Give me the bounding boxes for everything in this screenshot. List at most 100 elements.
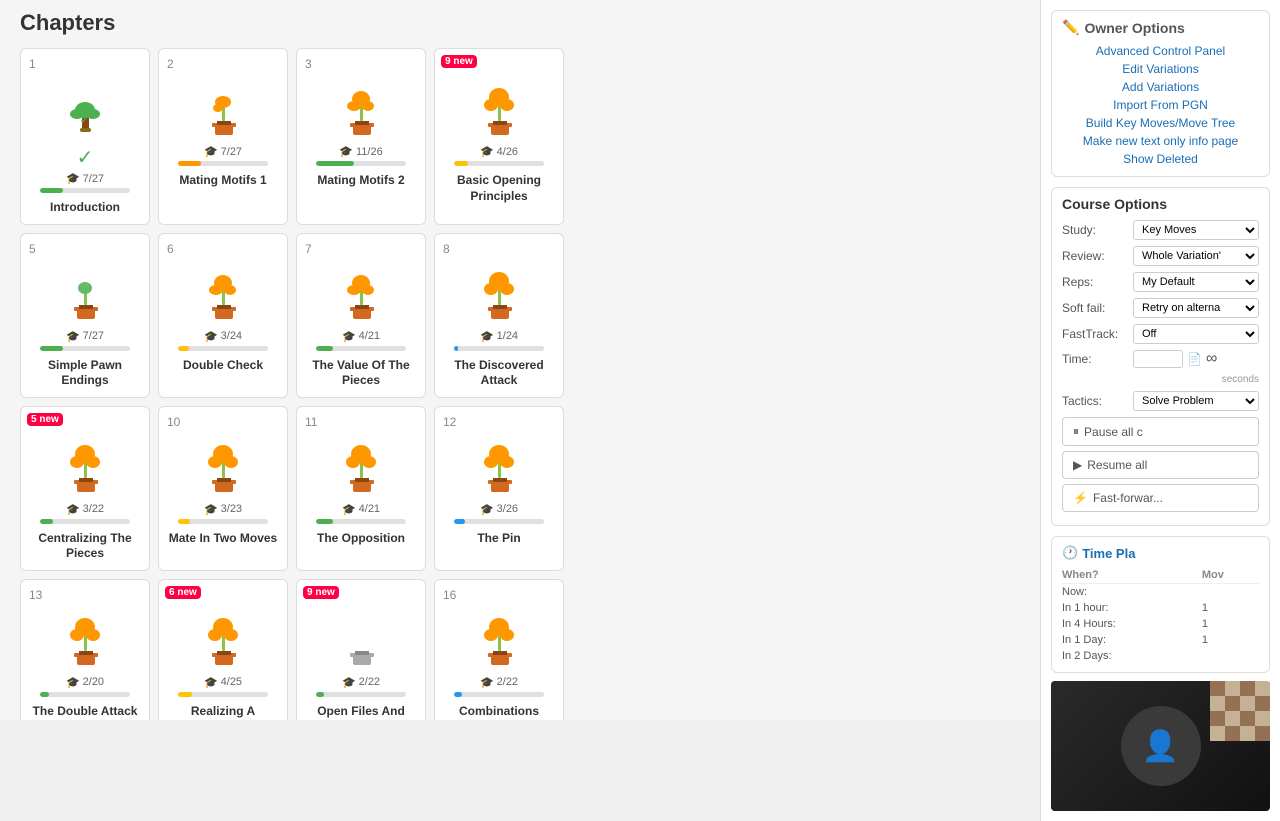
chapter-card-5[interactable]: 5 🎓 7/27 Simple Pawn Endings [20,233,150,398]
review-select[interactable]: Whole Variation' Single Move [1133,246,1259,266]
chapter-card-12[interactable]: 12 🎓 3/26 The Pin [434,406,564,571]
mortarboard-icon-7: 🎓 [342,330,356,343]
study-select[interactable]: Key Moves All Moves [1133,220,1259,240]
infinity-icon: ∞ [1206,350,1217,368]
chapter-card-9[interactable]: 5 new 9 🎓 3/22 Centralizing The Pieces [20,406,150,571]
chapter-card-11[interactable]: 11 🎓 4/21 The Opposition [296,406,426,571]
chapter-title-4: Basic Opening Principles [443,173,555,204]
plant-icon-14 [193,610,253,670]
chapter-card-14[interactable]: 6 new 14 🎓 4/25 Realizing A Material... [158,579,288,720]
badge-new-4: 9 new [441,55,477,68]
review-label: Review: [1062,249,1127,263]
when-cell: Now: [1062,584,1202,601]
reps-row: Reps: My Default 123 [1062,272,1259,292]
chapter-card-3[interactable]: 3 🎓 11/26 Mating Motifs 2 [296,48,426,225]
time-row: Time: 📄 ∞ [1062,350,1259,368]
chapter-card-16[interactable]: 16 🎓 2/22 Combinations [434,579,564,720]
plant-icon-2 [193,79,253,139]
chapter-number-3: 3 [305,57,312,71]
plant-icon-9 [55,437,115,497]
reps-select[interactable]: My Default 123 [1133,272,1259,292]
tactics-row: Tactics: Solve Problem Show Solution [1062,391,1259,411]
stats-text-2: 7/27 [221,146,242,158]
owner-link-advanced-control-panel[interactable]: Advanced Control Panel [1062,42,1259,60]
stats-text-3: 11/26 [356,146,383,158]
mortarboard-icon-3: 🎓 [339,145,353,158]
chapter-number-12: 12 [443,415,456,429]
time-plan-row: In 4 Hours:1 [1062,616,1259,632]
owner-options-title: ✏️ Owner Options [1062,19,1259,36]
chapter-card-15[interactable]: 9 new 15 🎓 2/22 Open Files And Outposts [296,579,426,720]
pencil-icon: ✏️ [1062,19,1079,36]
stats-text-13: 2/20 [83,676,104,688]
mortarboard-icon-12: 🎓 [480,503,494,516]
course-options-panel: Course Options Study: Key Moves All Move… [1051,187,1270,526]
progress-bar-container-16 [454,692,544,697]
stats-text-16: 2/22 [497,676,518,688]
chapter-number-7: 7 [305,242,312,256]
mortarboard-icon-2: 🎓 [204,145,218,158]
plant-icon-12 [469,437,529,497]
progress-bar-container-11 [316,519,406,524]
owner-link-make-new-text-only-info-page[interactable]: Make new text only info page [1062,132,1259,150]
chapter-number-13: 13 [29,588,42,602]
owner-link-edit-variations[interactable]: Edit Variations [1062,60,1259,78]
time-plan-title: 🕐 Time Pla [1062,545,1259,561]
chapter-card-13[interactable]: 13 🎓 2/20 The Double Attack [20,579,150,720]
checkmark-1: ✓ [77,145,94,170]
seconds-label: seconds [1062,374,1259,385]
owner-link-import-from-pgn[interactable]: Import From PGN [1062,96,1259,114]
resume-button[interactable]: ▶ Resume all [1062,451,1259,479]
chapter-title-13: The Double Attack [33,704,138,720]
chapter-stats-8: 🎓 1/24 [480,330,518,343]
chapter-title-9: Centralizing The Pieces [29,531,141,562]
study-label: Study: [1062,223,1127,237]
sidebar-wrapper: ✏️ Owner Options Advanced Control PanelE… [1040,0,1280,720]
chapter-card-2[interactable]: 2 🎓 7/27 Mating Motifs 1 [158,48,288,225]
svg-text:✓: ✓ [79,111,91,127]
progress-bar-container-3 [316,161,406,166]
owner-link-build-key-moves/move-tree[interactable]: Build Key Moves/Move Tree [1062,114,1259,132]
progress-bar-container-14 [178,692,268,697]
chess-board-mini [1210,681,1270,741]
fastforward-button[interactable]: ⚡ Fast-forwar... [1062,484,1259,512]
chapter-card-1[interactable]: 1 ✓ ✓ 🎓 7/27 Introduction [20,48,150,225]
chapter-title-12: The Pin [477,531,520,547]
owner-link-show-deleted[interactable]: Show Deleted [1062,150,1259,168]
chapter-stats-10: 🎓 3/23 [204,503,242,516]
progress-bar-14 [178,692,192,697]
time-input[interactable] [1133,350,1183,368]
chapter-stats-4: 🎓 4/26 [480,145,518,158]
plant-icon-5 [55,264,115,324]
stats-text-15: 2/22 [359,676,380,688]
chapter-card-4[interactable]: 9 new 4 🎓 4/26 Basic Opening Principles [434,48,564,225]
progress-bar-8 [454,346,458,351]
pause-button[interactable]: ⏸ Pause all c [1062,417,1259,446]
plant-icon-8 [469,264,529,324]
mov-cell: 1 [1202,632,1259,648]
chess-svg [1210,681,1270,741]
chapter-title-7: The Value Of The Pieces [305,358,417,389]
tactics-select[interactable]: Solve Problem Show Solution [1133,391,1259,411]
softfail-select[interactable]: Retry on alterna Skip [1133,298,1259,318]
chapter-card-10[interactable]: 10 🎓 3/23 Mate In Two Moves [158,406,288,571]
progress-bar-10 [178,519,190,524]
mortarboard-icon-6: 🎓 [204,330,218,343]
progress-bar-container-9 [40,519,130,524]
chapter-card-8[interactable]: 8 🎓 1/24 The Discovered Attack [434,233,564,398]
chapter-card-6[interactable]: 6 🎓 3/24 Double Check [158,233,288,398]
fasttrack-select[interactable]: Off On [1133,324,1259,344]
time-plan-row: In 1 hour:1 [1062,600,1259,616]
plant-icon-11 [331,437,391,497]
chapter-number-1: 1 [29,57,36,71]
chapter-number-10: 10 [167,415,180,429]
mov-cell [1202,648,1259,664]
progress-bar-16 [454,692,462,697]
play-icon: ▶ [1073,458,1082,472]
when-cell: In 2 Days: [1062,648,1202,664]
chapter-number-2: 2 [167,57,174,71]
info-icon: 📄 [1187,352,1202,366]
chapter-card-7[interactable]: 7 🎓 4/21 The Value Of The Pieces [296,233,426,398]
owner-link-add-variations[interactable]: Add Variations [1062,78,1259,96]
chapter-title-11: The Opposition [317,531,405,547]
